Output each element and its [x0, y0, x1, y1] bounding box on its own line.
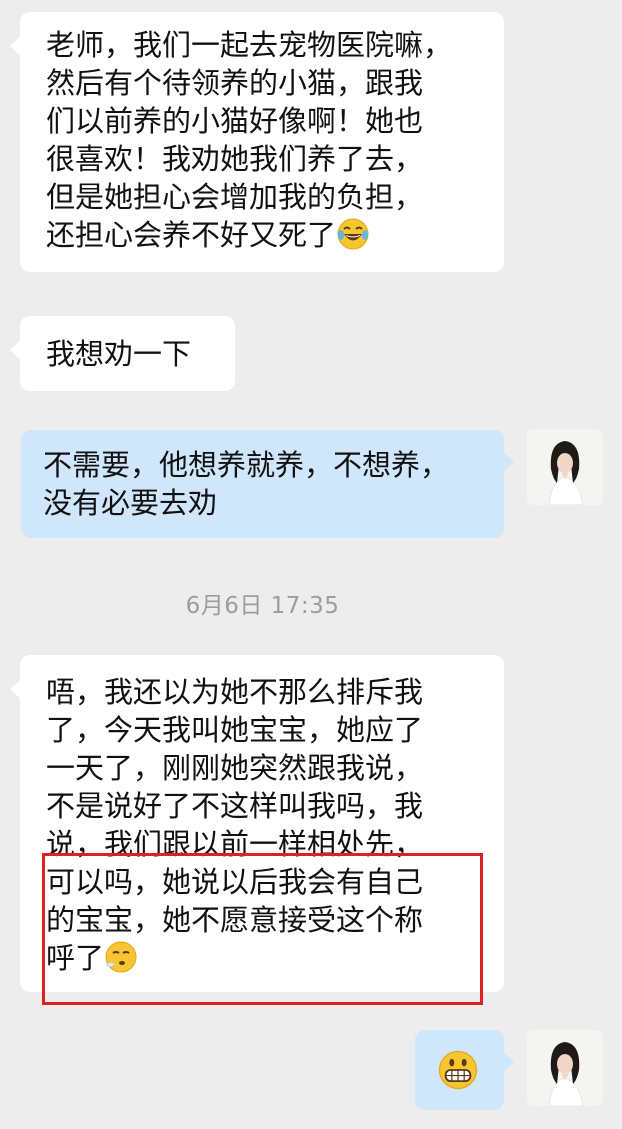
grinning-face-emoji — [438, 1050, 478, 1090]
highlight-box — [42, 853, 483, 1005]
message-line: 没有必要去劝 — [43, 486, 218, 520]
timestamp: 6月6日 17:35 — [185, 593, 340, 619]
avatar[interactable] — [527, 1030, 603, 1106]
bubble-tail — [503, 1052, 514, 1072]
avatar[interactable] — [527, 429, 603, 505]
laughing-with-tears-emoji — [337, 218, 369, 250]
message-bubble-received[interactable]: 老师，我们一起去宠物医院嘛， 然后有个待领养的小猫，跟我 们以前养的小猫好像啊！… — [10, 12, 504, 272]
message-line: 不需要，他想养就养，不想养， — [43, 448, 450, 482]
message-line: 了，今天我叫她宝宝，她应了 — [46, 713, 424, 747]
message-line-text: 还担心会养不好又死了 — [46, 218, 337, 252]
message-line: 我想劝一下 — [46, 337, 192, 371]
bubble-tail — [10, 36, 21, 56]
message-line: 们以前养的小猫好像啊！她也 — [46, 104, 424, 138]
message-line: 不是说好了不这样叫我吗，我 — [46, 789, 424, 823]
message-line: 老师，我们一起去宠物医院嘛， — [46, 28, 453, 62]
message-line: 很喜欢！我劝她我们养了去， — [46, 142, 424, 176]
message-bubble-sent[interactable]: 不需要，他想养就养，不想养， 没有必要去劝 — [21, 430, 514, 538]
message-bubble-received[interactable]: 我想劝一下 — [10, 316, 235, 391]
message-bubble-sent[interactable] — [415, 1030, 514, 1110]
message-line: 唔，我还以为她不那么排斥我 — [46, 675, 424, 709]
message-line: 一天了，刚刚她突然跟我说， — [46, 751, 424, 785]
avatar-portrait-icon — [527, 429, 603, 505]
bubble-tail — [503, 452, 514, 472]
avatar-portrait-icon — [527, 1030, 603, 1106]
bubble-tail — [10, 679, 21, 699]
bubble-tail — [10, 340, 21, 360]
message-line: 然后有个待领养的小猫，跟我 — [46, 66, 424, 100]
message-line: 还担心会养不好又死了 — [46, 216, 504, 254]
message-line: 但是她担心会增加我的负担， — [46, 180, 424, 214]
